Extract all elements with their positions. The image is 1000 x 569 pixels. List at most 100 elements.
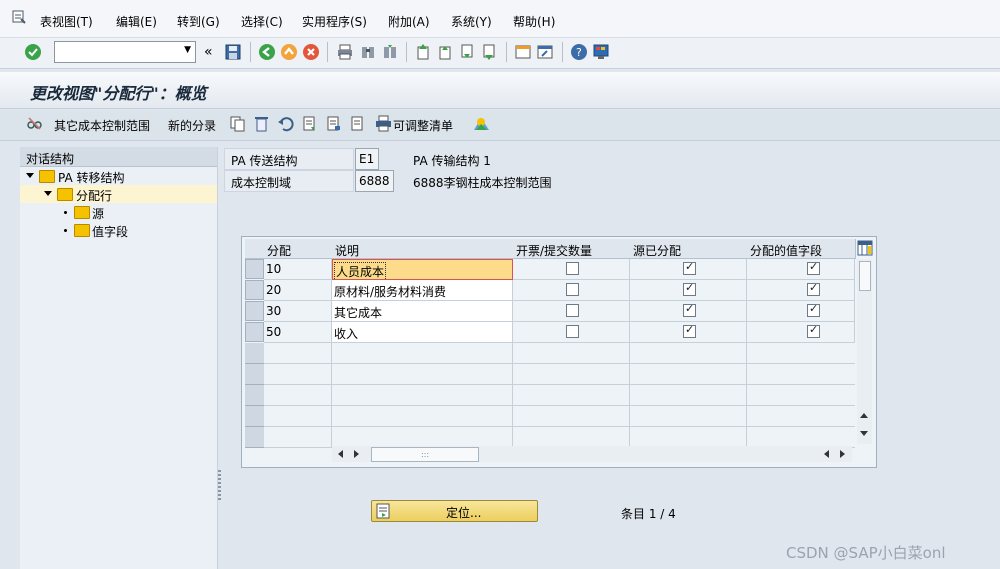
enter-check-icon[interactable] [24, 43, 42, 61]
value-checkbox[interactable] [807, 302, 820, 317]
source-checkbox[interactable] [683, 260, 696, 275]
menu-table-view[interactable]: 表视图(T) [40, 13, 93, 30]
splitter-handle[interactable] [218, 470, 221, 500]
billing-checkbox[interactable] [566, 325, 579, 338]
source-checkbox[interactable] [683, 323, 696, 338]
tree-header: 对话结构 [20, 147, 217, 167]
value-checkbox[interactable] [807, 323, 820, 338]
horizontal-scrollbar[interactable]: ::: [332, 446, 852, 462]
column-header-assignment[interactable]: 分配 [264, 239, 333, 259]
cell-value [747, 259, 855, 280]
adjustable-list-button[interactable]: 可调整清单 [393, 117, 453, 134]
vertical-scrollbar[interactable] [857, 259, 872, 444]
value-checkbox[interactable] [807, 281, 820, 296]
table-settings-icon[interactable] [857, 240, 873, 256]
column-header-label: 说明 [335, 244, 360, 258]
cell-text: 其它成本 [334, 306, 383, 320]
pa-structure-field[interactable]: E1 [355, 148, 379, 170]
bc-set-icon[interactable] [473, 115, 490, 132]
cell-description[interactable]: 收入 [332, 322, 513, 343]
application-toolbar: 其它成本控制范围 新的分录 可调整清单 [0, 110, 1000, 141]
cell-description[interactable]: 其它成本 [332, 301, 513, 322]
expand-triangle-icon[interactable] [26, 173, 34, 178]
co-area-field[interactable]: 6888 [355, 170, 394, 192]
tree-node-pa-structure[interactable]: PA 转移结构 [20, 167, 217, 185]
row-selector[interactable] [245, 301, 264, 321]
new-entries-button[interactable]: 新的分录 [168, 117, 216, 134]
cancel-icon[interactable] [302, 43, 320, 61]
toolbar-separator [562, 42, 563, 62]
menu-help[interactable]: 帮助(H) [513, 13, 555, 30]
billing-checkbox[interactable] [566, 304, 579, 317]
select-all-corner[interactable] [245, 239, 265, 259]
select-all-icon[interactable] [301, 115, 318, 132]
menu-edit[interactable]: 编辑(E) [116, 13, 157, 30]
menu-system[interactable]: 系统(Y) [451, 13, 492, 30]
value-checkbox[interactable] [807, 260, 820, 275]
tree-node-value-field[interactable]: 值字段 [20, 221, 217, 239]
previous-page-icon[interactable] [436, 43, 454, 61]
scroll-right-end-icon[interactable] [840, 450, 845, 458]
select-block-icon[interactable] [325, 115, 342, 132]
change-glasses-icon[interactable] [26, 115, 43, 132]
row-selector[interactable] [245, 280, 264, 300]
scroll-down-icon[interactable] [860, 431, 868, 436]
cell-value [747, 301, 855, 322]
print-icon[interactable] [375, 115, 392, 132]
vertical-scroll-thumb[interactable] [859, 261, 871, 291]
menu-goto[interactable]: 转到(G) [177, 13, 220, 30]
tree-node-assignment-lines[interactable]: 分配行 [20, 185, 217, 203]
column-header-description[interactable]: 说明 [332, 239, 514, 259]
tree-node-source[interactable]: 源 [20, 203, 217, 221]
expand-triangle-icon[interactable] [44, 191, 52, 196]
column-header-value-fields[interactable]: 分配的值字段 [747, 239, 856, 259]
tree-header-label: 对话结构 [26, 152, 75, 166]
menu-extras[interactable]: 附加(A) [388, 13, 430, 30]
column-header-source-assigned[interactable]: 源已分配 [630, 239, 748, 259]
scroll-left-icon[interactable] [338, 450, 343, 458]
row-selector[interactable] [245, 322, 264, 342]
new-session-icon[interactable] [514, 43, 532, 61]
customize-layout-icon[interactable] [592, 43, 610, 61]
exit-icon[interactable] [280, 43, 298, 61]
cell-description-selected[interactable]: 人员成本 [332, 259, 513, 281]
undo-icon[interactable] [277, 115, 294, 132]
column-header-billing-qty[interactable]: 开票/提交数量 [513, 239, 631, 259]
source-checkbox[interactable] [683, 302, 696, 317]
billing-checkbox[interactable] [566, 262, 579, 275]
command-field[interactable]: ▼ [54, 41, 196, 63]
last-page-icon[interactable] [480, 43, 498, 61]
scroll-right-icon[interactable] [354, 450, 359, 458]
cell-value [747, 322, 855, 343]
toolbar-separator [406, 42, 407, 62]
find-next-icon[interactable] [381, 43, 399, 61]
find-icon[interactable] [359, 43, 377, 61]
empty-row-grid [331, 343, 332, 448]
source-checkbox[interactable] [683, 281, 696, 296]
menu-icon[interactable] [12, 10, 26, 24]
save-icon[interactable] [224, 43, 242, 61]
scroll-up-icon[interactable] [860, 413, 868, 418]
position-button[interactable]: 定位... [371, 500, 538, 522]
collapse-icon[interactable]: « [204, 44, 213, 60]
cell-description[interactable]: 原材料/服务材料消费 [332, 280, 513, 301]
delete-icon[interactable] [253, 115, 270, 132]
menu-selection[interactable]: 选择(C) [241, 13, 283, 30]
row-selector[interactable] [245, 259, 264, 279]
copy-icon[interactable] [229, 115, 246, 132]
next-page-icon[interactable] [458, 43, 476, 61]
help-icon[interactable]: ? [570, 43, 588, 61]
menu-utilities[interactable]: 实用程序(S) [302, 13, 367, 30]
shortcut-icon[interactable] [536, 43, 554, 61]
chevron-down-icon[interactable]: ▼ [184, 45, 191, 55]
deselect-all-icon[interactable] [349, 115, 366, 132]
horizontal-scroll-thumb[interactable]: ::: [371, 447, 479, 462]
first-page-icon[interactable] [414, 43, 432, 61]
scroll-left-end-icon[interactable] [824, 450, 829, 458]
print-icon[interactable] [336, 43, 354, 61]
menu-bar: 表视图(T) 编辑(E) 转到(G) 选择(C) 实用程序(S) 附加(A) 系… [0, 0, 1000, 38]
other-co-area-button[interactable]: 其它成本控制范围 [54, 117, 150, 134]
back-icon[interactable] [258, 43, 276, 61]
bullet-icon [64, 229, 67, 232]
billing-checkbox[interactable] [566, 283, 579, 296]
